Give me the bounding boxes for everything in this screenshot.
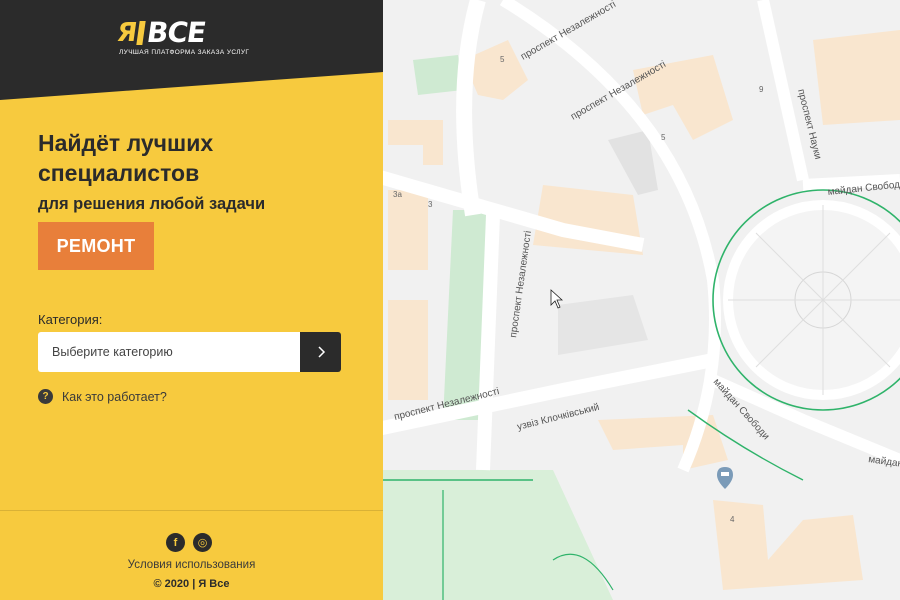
logo-vse: ВСЕ [144,16,208,49]
facebook-icon[interactable]: f [166,533,185,552]
map-house-number: 9 [759,85,764,94]
map-house-number: 5 [500,55,505,64]
footer-divider [0,510,383,511]
category-select-placeholder: Выберите категорию [52,345,173,359]
left-panel: Я ВСЕ ЛУЧШАЯ ПЛАТФОРМА ЗАКАЗА УСЛУГ Найд… [0,0,383,600]
instagram-icon[interactable]: ◎ [193,533,212,552]
hero-headline: Найдёт лучших специалистов [38,130,214,186]
social-links: f ◎ [166,533,212,552]
chevron-right-icon [317,346,325,358]
logo-tagline: ЛУЧШАЯ ПЛАТФОРМА ЗАКАЗА УСЛУГ [119,49,250,56]
logo-bar [136,21,146,45]
map-house-number: 3 [428,200,433,209]
category-label: Категория: [38,312,103,327]
logo[interactable]: Я ВСЕ ЛУЧШАЯ ПЛАТФОРМА ЗАКАЗА УСЛУГ [114,16,262,68]
how-it-works-label: Как это работает? [62,389,167,404]
map-house-number: 5 [661,133,666,142]
category-select[interactable]: Выберите категорию [38,332,300,372]
rotating-category-badge: РЕМОНТ [38,222,154,270]
how-it-works-link[interactable]: ? Как это работает? [38,389,167,404]
map-house-number: 3a [393,190,402,199]
map-house-number: 4 [730,515,735,524]
hero-subline: для решения любой задачи [38,195,266,213]
question-icon: ? [38,389,53,404]
terms-link[interactable]: Условия использования [0,559,383,571]
copyright: © 2020 | Я Все [153,578,230,590]
logo-ya: Я [114,18,139,48]
map-background[interactable]: проспект Незалежності проспект Незалежно… [383,0,900,600]
search-submit-button[interactable] [300,332,341,372]
